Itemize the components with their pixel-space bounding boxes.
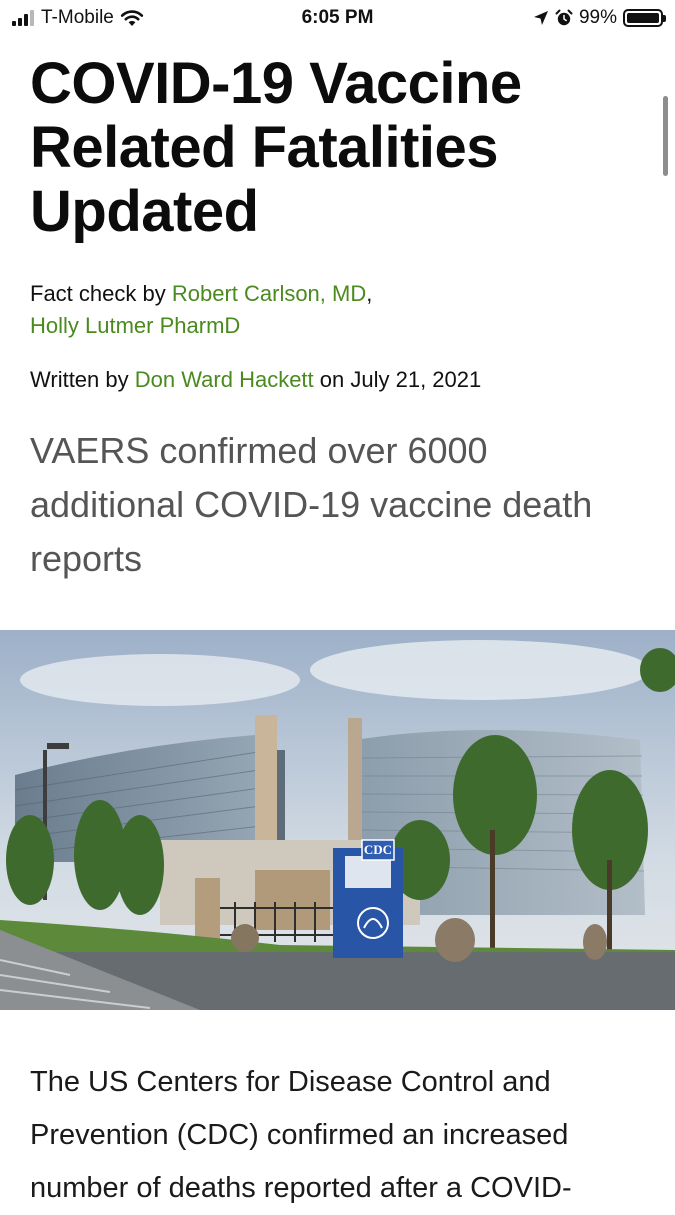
cellular-signal-icon	[12, 10, 34, 26]
fact-check-line: Fact check by Robert Carlson, MD, Holly …	[30, 278, 630, 342]
carrier-name: T-Mobile	[41, 7, 114, 28]
battery-level	[627, 13, 659, 23]
author-link[interactable]: Don Ward Hackett	[135, 367, 314, 392]
publish-date: July 21, 2021	[350, 367, 482, 392]
alarm-icon	[555, 9, 573, 26]
battery-percentage: 99%	[578, 7, 617, 28]
status-left: T-Mobile	[12, 7, 144, 29]
battery-icon	[623, 9, 666, 27]
scroll-indicator[interactable]	[663, 96, 668, 176]
cdc-headquarters-photo: CDC	[0, 630, 675, 1010]
article-title: COVID-19 Vaccine Related Fatalities Upda…	[30, 51, 522, 244]
hero-image: CDC	[0, 630, 675, 1010]
byline-prefix: Written by	[30, 367, 135, 392]
date-prefix: on	[313, 367, 351, 392]
fact-check-prefix: Fact check by	[30, 281, 172, 306]
fact-checker-link-2[interactable]: Holly Lutmer PharmD	[30, 313, 240, 338]
fact-check-separator: ,	[366, 281, 373, 306]
status-bar: T-Mobile 6:05 PM 99%	[0, 0, 675, 38]
article-subtitle: VAERS confirmed over 6000 additional COV…	[30, 430, 593, 579]
cdc-sign-text: CDC	[364, 842, 392, 857]
article-body-paragraph: The US Centers for Disease Control and P…	[30, 1066, 572, 1204]
byline: Written by Don Ward Hackett on July 21, …	[30, 364, 650, 396]
fact-checker-link-1[interactable]: Robert Carlson, MD	[172, 281, 366, 306]
status-right: 99%	[533, 7, 666, 29]
location-arrow-icon	[533, 11, 548, 25]
wifi-icon	[120, 10, 143, 26]
